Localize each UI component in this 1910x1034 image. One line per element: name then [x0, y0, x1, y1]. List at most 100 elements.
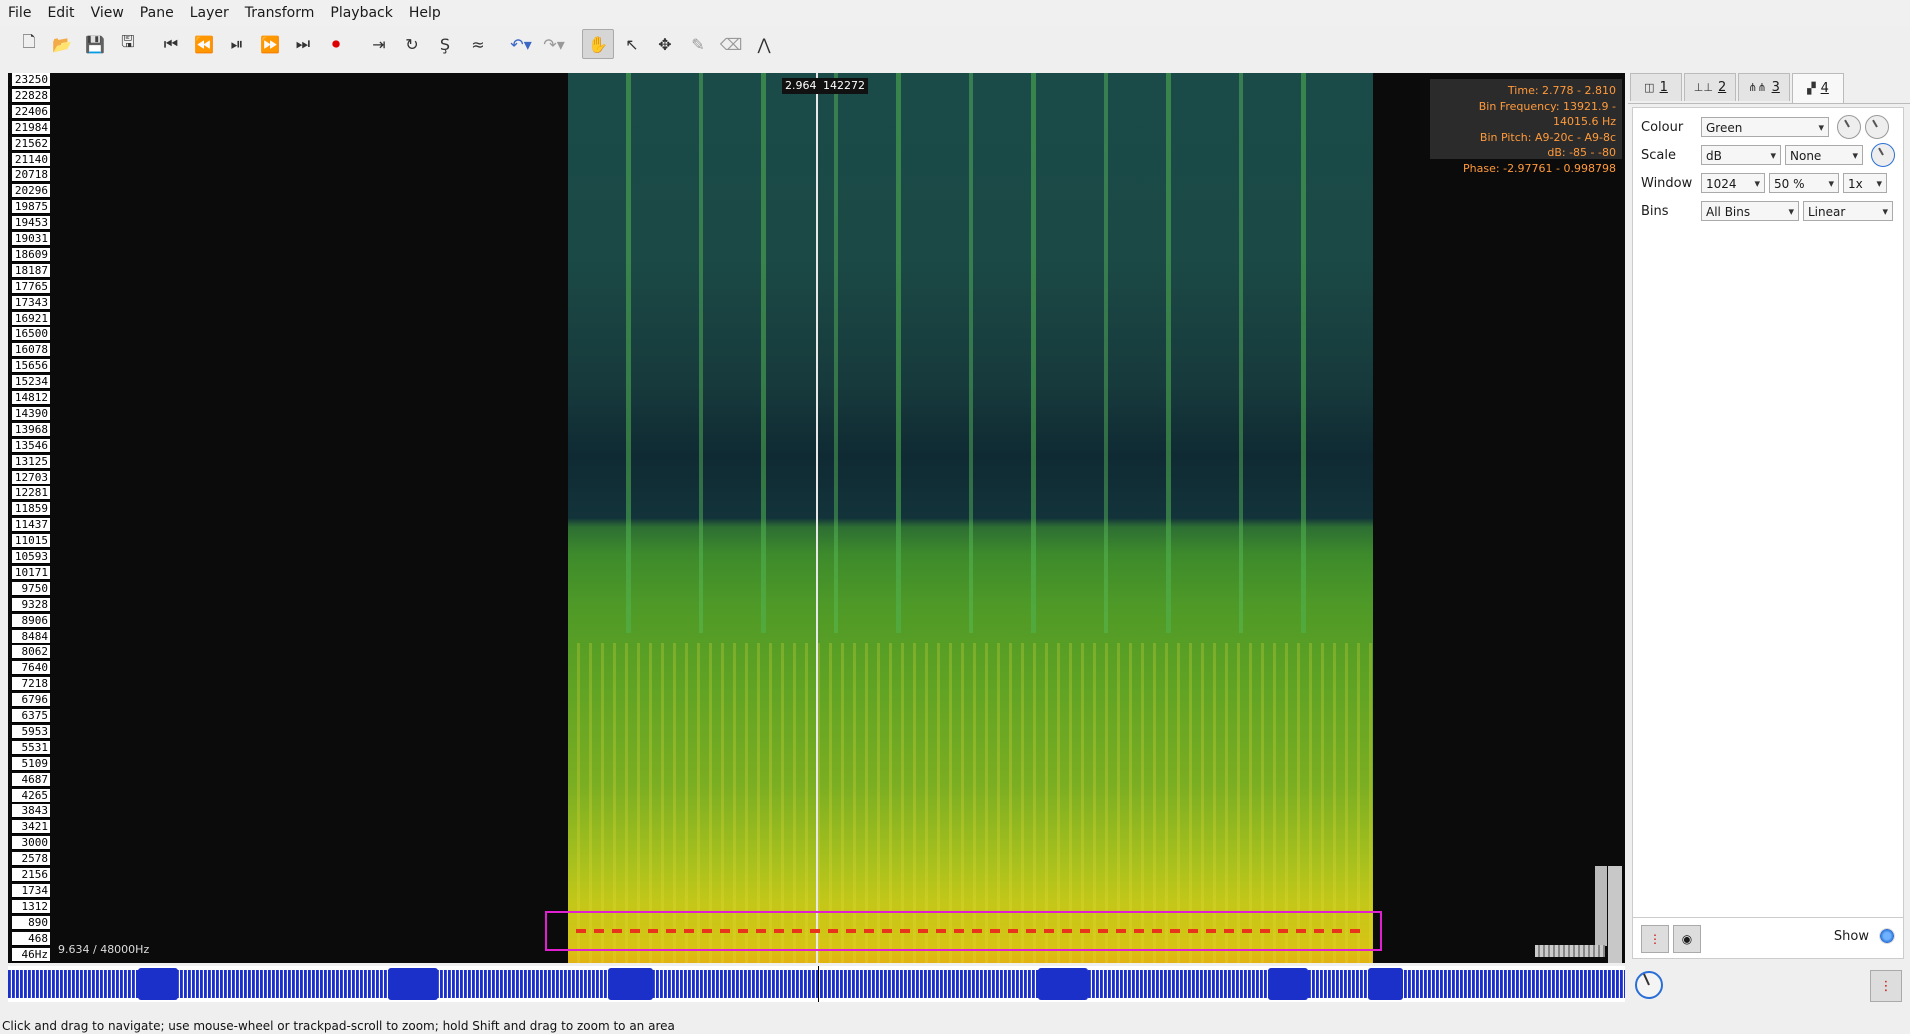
move-icon[interactable]: ✥ [650, 30, 680, 58]
layer-controls: ⋮ ◉ Show [1632, 917, 1904, 959]
speedup-icon[interactable]: ≈ [463, 30, 493, 58]
window-size-select[interactable]: 1024 [1701, 173, 1765, 194]
ruler-icon: ⊥⊥ [1693, 81, 1713, 94]
rewind-start-icon[interactable]: ⏮ [156, 30, 186, 58]
ruler-tick: 20296 [12, 184, 50, 199]
new-file-icon[interactable]: 🗋 [14, 30, 44, 58]
overview-waveform[interactable] [8, 966, 1625, 1002]
measure-icon[interactable]: ⋀ [749, 30, 779, 58]
vertical-zoom-thumbwheel[interactable] [1608, 866, 1622, 963]
ruler-tick: 20718 [12, 168, 50, 183]
window-overlap-select[interactable]: 50 % [1769, 173, 1839, 194]
colour-rotation-knob-icon[interactable] [1865, 115, 1889, 139]
oversampling-select[interactable]: 1x [1843, 173, 1887, 194]
waveform-peak [138, 968, 178, 1000]
ruler-tick: 18609 [12, 247, 50, 262]
ruler-tick: 3421 [12, 820, 50, 835]
ruler-tick: 2156 [12, 868, 50, 882]
cursor-time-label: 2.964 [782, 78, 820, 94]
ruler-tick: 16921 [12, 311, 50, 326]
colour-select[interactable]: Green [1701, 117, 1829, 138]
horizontal-zoom-thumbwheel[interactable] [1535, 945, 1605, 957]
ruler-tick: 21984 [12, 120, 50, 135]
playback-speed-dial-icon[interactable] [1634, 970, 1664, 1000]
ruler-tick: 13546 [12, 438, 50, 453]
ruler-tick: 23250 [12, 73, 50, 87]
layer-menu-button[interactable]: ⋮ [1641, 925, 1669, 953]
menu-edit[interactable]: Edit [39, 0, 82, 26]
bin-scale-select[interactable]: Linear [1803, 201, 1893, 222]
menu-pane[interactable]: Pane [132, 0, 182, 26]
ruler-tick: 468 [12, 931, 50, 946]
bins-row: Bins All Bins Linear [1641, 200, 1897, 222]
overview-layer-button[interactable]: ⋮ [1870, 970, 1902, 1002]
navigate-icon[interactable]: ✋ [582, 29, 614, 59]
menu-help[interactable]: Help [401, 0, 449, 26]
save-as-icon[interactable]: 🖫 [113, 30, 143, 58]
frequency-ruler: 23250 22828 22406 21984 21562 21140 20718 20296… [8, 73, 52, 963]
show-toggle[interactable] [1879, 928, 1895, 944]
ruler-tick: 7640 [12, 661, 50, 676]
scale-label: Scale [1641, 147, 1676, 163]
ruler-tick: 5109 [12, 756, 50, 771]
ruler-tick: 11015 [12, 534, 50, 549]
ruler-tick: 12703 [12, 470, 50, 485]
play-selection-icon[interactable]: ⇥ [364, 30, 394, 58]
undo-icon[interactable]: ↶▾ [506, 30, 536, 58]
play-pause-icon[interactable]: ⏯ [222, 30, 252, 58]
ruler-tick: 11437 [12, 518, 50, 533]
info-phase: Phase: -2.97761 - 0.998798 [1463, 161, 1616, 175]
open-file-icon[interactable]: 📂 [47, 30, 77, 58]
save-icon[interactable]: 💾 [80, 30, 110, 58]
loop-icon[interactable]: ↻ [397, 30, 427, 58]
tab-3[interactable]: ⋔⋔ 3 [1738, 73, 1790, 101]
menu-transform[interactable]: Transform [237, 0, 323, 26]
show-label: Show [1833, 929, 1869, 944]
menu-layer[interactable]: Layer [182, 0, 237, 26]
overview-playhead [818, 966, 819, 1002]
vertical-zoom-scrollbar[interactable] [1595, 866, 1607, 946]
tab-4[interactable]: ▞ 4 [1792, 73, 1844, 103]
normalization-select[interactable]: None [1785, 145, 1863, 166]
tab-label: 4 [1820, 81, 1829, 96]
property-panel: ◫1 ⊥⊥2 ⋔⋔3 ▞4 Colour Green Scale dB None… [1628, 73, 1910, 963]
playhead-cursor[interactable] [816, 73, 818, 963]
waveform-peak [388, 968, 438, 1000]
ruler-tick: 4687 [12, 772, 50, 787]
tab-1[interactable]: ◫ 1 [1630, 73, 1682, 101]
fast-forward-icon[interactable]: ⏩ [255, 30, 285, 58]
bins-select[interactable]: All Bins [1701, 201, 1799, 222]
menu-playback[interactable]: Playback [322, 0, 400, 26]
menu-view[interactable]: View [83, 0, 132, 26]
redo-icon[interactable]: ↷▾ [539, 30, 569, 58]
ruler-tick: 6375 [12, 709, 50, 723]
ruler-tick: 17765 [12, 279, 50, 294]
menu-file[interactable]: File [0, 0, 39, 26]
spectrogram-pane[interactable]: 23250 22828 22406 21984 21562 21140 20718 20296… [8, 73, 1625, 963]
ruler-tick: 9328 [12, 597, 50, 612]
pane-icon: ◫ [1644, 81, 1655, 94]
draw-icon[interactable]: ✎ [683, 30, 713, 58]
ruler-tick: 16500 [12, 327, 50, 342]
ruler-tick: 4265 [12, 788, 50, 803]
threshold-knob-icon[interactable] [1871, 143, 1895, 167]
solo-icon[interactable]: Ş [430, 30, 460, 58]
waveform-peak [608, 968, 653, 1000]
gain-knob-icon[interactable] [1837, 115, 1861, 139]
play-layer-icon[interactable]: ◉ [1673, 925, 1701, 953]
spectrogram-view[interactable] [568, 73, 1373, 963]
ruler-tick: 15234 [12, 375, 50, 390]
erase-icon[interactable]: ⌫ [716, 30, 746, 58]
pane-tabs: ◫ 1 ⊥⊥ 2 ⋔⋔ 3 ▞ 4 [1628, 73, 1910, 104]
ffwd-end-icon[interactable]: ⏭ [288, 30, 318, 58]
select-icon[interactable]: ↖ [617, 30, 647, 58]
scale-select[interactable]: dB [1701, 145, 1781, 166]
record-icon[interactable]: ⏺ [321, 30, 351, 58]
toolbar: 🗋 📂 💾 🖫 ⏮ ⏪ ⏯ ⏩ ⏭ ⏺ ⇥ ↻ Ş ≈ ↶▾ ↷▾ ✋ ↖ ✥ … [0, 28, 1910, 60]
selection-rectangle[interactable] [545, 911, 1382, 951]
rewind-icon[interactable]: ⏪ [189, 30, 219, 58]
tab-2[interactable]: ⊥⊥ 2 [1684, 73, 1736, 101]
ruler-tick: 46Hz [12, 947, 50, 962]
status-bar: Click and drag to navigate; use mouse-wh… [2, 1019, 675, 1033]
ruler-tick: 19875 [12, 200, 50, 215]
